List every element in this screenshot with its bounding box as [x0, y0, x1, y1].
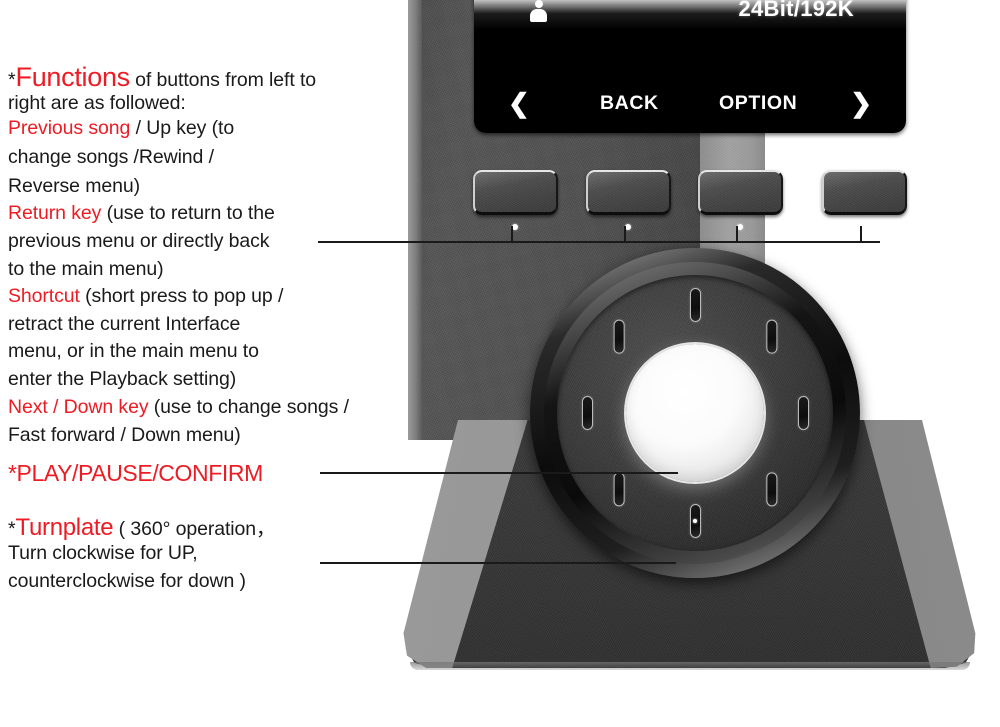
turnplate-keyword: Turnplate	[15, 514, 114, 541]
nav-label-option[interactable]: OPTION	[719, 92, 797, 115]
dial-slot-6	[613, 472, 625, 507]
turnplate-dial[interactable]	[530, 248, 860, 578]
audio-player-device: 24Bit/192K ❮ BACK OPTION ❯	[400, 0, 1000, 690]
leader-line-turnplate	[320, 562, 676, 564]
device-display-screen[interactable]: 24Bit/192K ❮ BACK OPTION ❯	[474, 0, 906, 133]
annotation-functions-heading-line2: right are as followed:	[8, 92, 186, 114]
dial-slot-2	[765, 319, 777, 354]
device-base-bottom-edge	[410, 662, 970, 670]
dial-slot-3	[797, 396, 809, 430]
leader-riser-button-1	[511, 226, 513, 243]
annotation-shortcut-line4: enter the Playback setting)	[8, 368, 237, 390]
bitrate-label: 24Bit/192K	[738, 0, 854, 21]
next-down-key-rest: (use to change songs /	[148, 396, 349, 418]
functions-keyword: Functions	[15, 62, 131, 92]
functions-heading-rest: of buttons from left to	[129, 69, 317, 91]
hardware-button-previous-song[interactable]	[473, 170, 558, 215]
dial-position-marker-dot	[693, 519, 697, 523]
annotation-previous-song-line3: Reverse menu)	[8, 175, 141, 197]
user-icon-head	[534, 0, 543, 8]
return-key-rest: (use to return to the	[101, 202, 275, 224]
annotation-next-down-key: Next / Down key (use to change songs /	[8, 396, 349, 419]
asterisk-marker: *	[8, 69, 16, 91]
annotation-previous-song-line2: change songs /Rewind /	[8, 146, 214, 168]
dial-slot-4	[765, 472, 777, 507]
chevron-left-icon[interactable]: ❮	[508, 90, 530, 116]
dial-slot-8	[613, 319, 625, 354]
leader-riser-button-2	[624, 226, 626, 243]
leader-riser-button-3	[736, 226, 738, 243]
annotation-functions-heading: *Functions of buttons from left to	[8, 62, 316, 93]
leader-riser-button-4	[860, 226, 862, 243]
annotation-shortcut-line3: menu, or in the main menu to	[8, 340, 259, 362]
annotated-product-diagram: 24Bit/192K ❮ BACK OPTION ❯ *Functions of…	[0, 0, 1000, 727]
asterisk-marker-turnplate: *	[8, 518, 16, 540]
display-nav-row: ❮ BACK OPTION ❯	[474, 86, 906, 120]
previous-song-rest: / Up key (to	[130, 117, 235, 139]
chevron-right-icon[interactable]: ❯	[850, 90, 872, 116]
turnplate-rest: ( 360° operation，	[113, 518, 276, 540]
user-icon	[530, 0, 547, 24]
next-down-key-keyword: Next / Down key	[8, 396, 149, 418]
hardware-button-next[interactable]	[822, 170, 907, 215]
annotation-play-pause-confirm: *PLAY/PAUSE/CONFIRM	[8, 460, 263, 486]
hardware-button-shortcut[interactable]	[698, 170, 783, 215]
shortcut-keyword: Shortcut	[8, 285, 80, 307]
user-icon-body	[530, 9, 547, 22]
previous-song-keyword: Previous song	[8, 117, 131, 139]
annotation-shortcut: Shortcut (short press to pop up /	[8, 285, 283, 308]
annotation-turnplate: *Turnplate ( 360° operation，	[8, 512, 276, 542]
annotation-next-down-key-line2: Fast forward / Down menu)	[8, 424, 241, 446]
annotation-shortcut-line2: retract the current Interface	[8, 313, 241, 335]
leader-line-buttons-horizontal	[318, 241, 880, 243]
annotation-turnplate-line3: counterclockwise for down )	[8, 570, 246, 592]
annotation-previous-song: Previous song / Up key (to	[8, 117, 234, 140]
shortcut-rest: (short press to pop up /	[79, 285, 284, 307]
return-key-keyword: Return key	[8, 202, 102, 224]
annotation-turnplate-line2: Turn clockwise for UP,	[8, 542, 198, 564]
dial-slot-1	[689, 288, 701, 322]
annotation-return-key-line3: to the main menu)	[8, 258, 164, 280]
dial-slot-7	[581, 396, 593, 430]
play-pause-confirm-button[interactable]	[626, 344, 764, 482]
annotation-return-key: Return key (use to return to the	[8, 202, 275, 225]
annotation-return-key-line2: previous menu or directly back	[8, 230, 270, 252]
nav-label-back[interactable]: BACK	[600, 92, 659, 115]
leader-line-play-pause	[320, 472, 678, 474]
display-status-bar: 24Bit/192K	[474, 0, 906, 34]
hardware-button-return[interactable]	[586, 170, 671, 215]
annotation-text-column: *Functions of buttons from left to right…	[0, 0, 420, 727]
